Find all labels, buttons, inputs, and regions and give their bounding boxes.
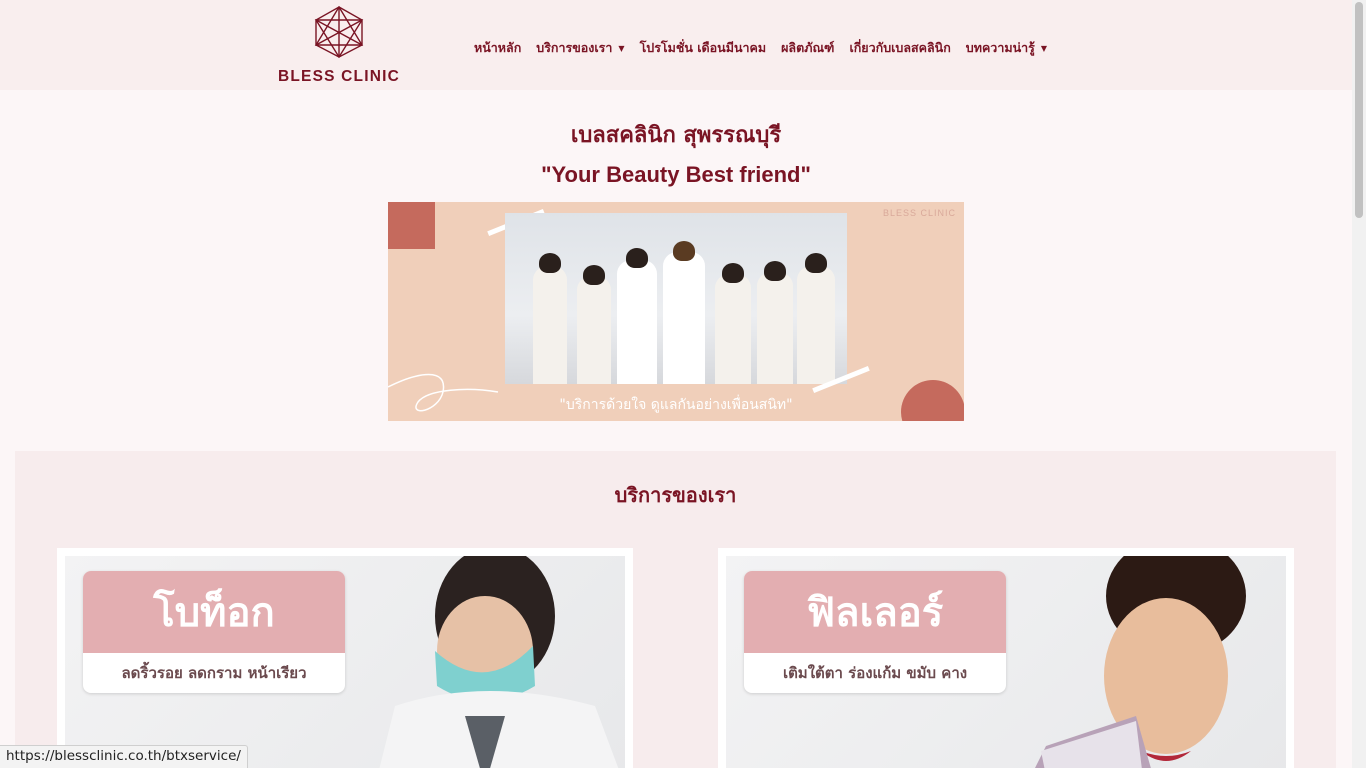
doctor-illustration: [379, 556, 619, 768]
nav-item-services[interactable]: บริการของเรา ▼: [536, 38, 624, 58]
staff-hair: [805, 253, 827, 273]
service-label: ฟิลเลอร์ เติมใต้ตา ร่องแก้ม ขมับ คาง: [744, 571, 1006, 693]
staff-hair: [583, 265, 605, 285]
staff-hair: [539, 253, 561, 273]
staff-figure: [715, 274, 751, 384]
nav-label: บทความน่ารู้: [965, 40, 1035, 55]
service-name: ฟิลเลอร์: [744, 571, 1006, 653]
logo-star-icon: [314, 6, 364, 58]
model-illustration: [1035, 556, 1246, 768]
service-label: โบท็อก ลดริ้วรอย ลดกราม หน้าเรียว: [83, 571, 345, 693]
page-title: เบลสคลินิก สุพรรณบุรี: [570, 123, 782, 148]
chevron-down-icon: ▼: [1040, 43, 1048, 53]
nav-item-home[interactable]: หน้าหลัก: [474, 38, 521, 58]
browser-status-url: https://blessclinic.co.th/btxservice/: [0, 745, 248, 768]
site-header: BLESS CLINIC หน้าหลัก บริการของเรา ▼ โปรโ…: [0, 0, 1352, 90]
nav-label: หน้าหลัก: [474, 40, 522, 55]
scrollbar-thumb[interactable]: [1355, 2, 1363, 218]
service-card-botox[interactable]: โบท็อก ลดริ้วรอย ลดกราม หน้าเรียว: [57, 548, 633, 768]
nav-label: โปรโมชั่น เดือนมีนาคม: [639, 40, 767, 55]
staff-hair: [722, 263, 744, 283]
staff-hair: [673, 241, 695, 261]
staff-hair: [626, 248, 648, 268]
staff-figure: [757, 272, 793, 384]
page-scrollbar[interactable]: [1352, 0, 1366, 768]
nav-item-products[interactable]: ผลิตภัณฑ์: [781, 38, 834, 58]
doctor-figure: [663, 252, 705, 384]
logo-text: BLESS CLINIC: [277, 68, 401, 85]
nav-item-about[interactable]: เกี่ยวกับเบลสคลินิก: [849, 38, 950, 58]
nav-item-promotion[interactable]: โปรโมชั่น เดือนมีนาคม: [640, 38, 767, 58]
service-image: ฟิลเลอร์ เติมใต้ตา ร่องแก้ม ขมับ คาง: [726, 556, 1286, 768]
main-nav: หน้าหลัก บริการของเรา ▼ โปรโมชั่น เดือนมี…: [474, 38, 1062, 58]
doctor-figure: [617, 260, 657, 384]
decorative-square: [388, 202, 435, 249]
staff-figure: [577, 276, 611, 384]
banner-logo: BLESS CLINIC: [882, 208, 956, 218]
nav-label: ผลิตภัณฑ์: [781, 40, 835, 55]
services-section: บริการของเรา โบท็อก ลดริ้วรอย ลดกราม หน้…: [15, 451, 1336, 768]
service-card-filler[interactable]: ฟิลเลอร์ เติมใต้ตา ร่องแก้ม ขมับ คาง: [718, 548, 1294, 768]
hero-banner: BLESS CLINIC "บริการด้วยใจ ดูแลกันอย่างเ…: [388, 202, 964, 421]
service-name: โบท็อก: [83, 571, 345, 653]
chevron-down-icon: ▼: [618, 43, 625, 53]
banner-caption: "บริการด้วยใจ ดูแลกันอย่างเพื่อนสนิท": [559, 397, 793, 413]
page-subtitle: "Your Beauty Best friend": [541, 162, 811, 187]
service-tagline: ลดริ้วรอย ลดกราม หน้าเรียว: [121, 664, 307, 682]
staff-figure: [797, 266, 835, 384]
staff-hair: [764, 261, 786, 281]
service-image: โบท็อก ลดริ้วรอย ลดกราม หน้าเรียว: [65, 556, 625, 768]
service-tagline: เติมใต้ตา ร่องแก้ม ขมับ คาง: [782, 664, 968, 682]
nav-item-articles[interactable]: บทความน่ารู้ ▼: [966, 38, 1047, 58]
staff-figure: [533, 266, 567, 384]
nav-label: เกี่ยวกับเบลสคลินิก: [849, 40, 951, 55]
site-logo[interactable]: BLESS CLINIC: [268, 6, 410, 86]
team-photo: [505, 213, 847, 384]
nav-label: บริการของเรา: [536, 40, 613, 55]
services-title: บริการของเรา: [614, 483, 737, 507]
